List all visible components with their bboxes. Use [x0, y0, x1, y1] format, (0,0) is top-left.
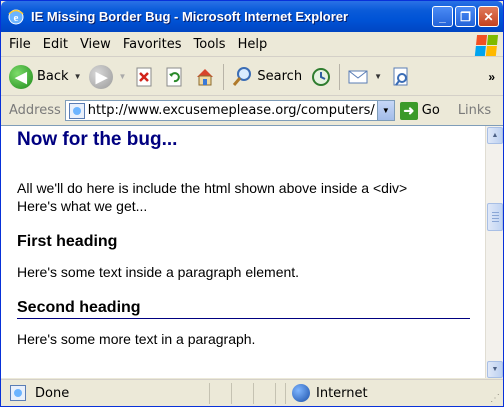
go-label: Go — [421, 103, 440, 118]
mail-icon — [347, 66, 369, 88]
menu-bar: File Edit View Favorites Tools Help — [1, 32, 503, 57]
toolbar-separator — [223, 63, 225, 90]
status-cell — [275, 382, 277, 404]
second-paragraph: Here's some more text in a paragraph. — [17, 331, 256, 347]
toolbar-overflow-icon[interactable]: » — [488, 70, 495, 84]
page-content: Now for the bug... All we'll do here is … — [17, 126, 471, 378]
refresh-button[interactable] — [160, 61, 190, 93]
title-bar[interactable]: e IE Missing Border Bug - Microsoft Inte… — [1, 1, 503, 32]
menu-help[interactable]: Help — [232, 37, 274, 52]
history-button[interactable] — [306, 61, 336, 93]
svg-text:e: e — [14, 12, 19, 24]
intro-paragraph: All we'll do here is include the html sh… — [17, 179, 407, 215]
toolbar-separator — [339, 63, 341, 90]
links-button[interactable]: Links — [458, 103, 491, 118]
address-label: Address — [9, 103, 61, 118]
close-button[interactable]: ✕ — [478, 6, 499, 27]
windows-logo-icon — [474, 34, 498, 56]
stop-icon — [134, 66, 156, 88]
status-cell — [253, 382, 275, 404]
print-icon — [390, 66, 412, 88]
status-bar: Done Internet ⋰ — [1, 379, 503, 406]
globe-icon — [292, 384, 310, 402]
address-dropdown-icon[interactable]: ▼ — [376, 101, 394, 120]
scroll-thumb[interactable] — [487, 203, 503, 231]
second-heading: Second heading — [17, 299, 470, 319]
vertical-scrollbar[interactable]: ▲ ▼ — [485, 126, 503, 378]
scroll-up-icon[interactable]: ▲ — [487, 127, 503, 144]
refresh-icon — [164, 66, 186, 88]
menu-edit[interactable]: Edit — [37, 37, 74, 52]
minimize-button[interactable]: _ — [432, 6, 453, 27]
home-icon — [194, 66, 216, 88]
page-viewport[interactable]: Now for the bug... All we'll do here is … — [1, 125, 503, 378]
first-heading: First heading — [17, 233, 118, 250]
search-icon — [231, 66, 253, 88]
forward-icon: ▶ — [89, 64, 114, 89]
menu-file[interactable]: File — [1, 37, 37, 52]
zone-text: Internet — [316, 385, 368, 401]
back-button[interactable]: ◀ Back ▼ — [5, 61, 85, 93]
back-label: Back — [37, 69, 69, 84]
mail-dropdown-icon[interactable]: ▼ — [374, 72, 382, 81]
home-button[interactable] — [190, 61, 220, 93]
search-label: Search — [257, 69, 303, 84]
ie-logo-icon: e — [7, 8, 25, 26]
page-heading: Now for the bug... — [17, 129, 178, 150]
intro-line: Here's what we get... — [17, 198, 148, 214]
address-url[interactable]: http://www.excusemeplease.org/computers/ — [88, 103, 378, 118]
address-bar: Address http://www.excusemeplease.org/co… — [1, 97, 503, 124]
standard-toolbar: ◀ Back ▼ ▶ ▼ Search ▼ » — [1, 58, 503, 96]
resize-grip-icon[interactable]: ⋰ — [490, 393, 500, 404]
print-button[interactable] — [386, 61, 416, 93]
status-cell — [209, 382, 231, 404]
status-cell — [231, 382, 253, 404]
forward-dropdown-icon[interactable]: ▼ — [118, 72, 126, 81]
window-controls: _ ❐ ✕ — [432, 6, 499, 27]
search-button[interactable]: Search — [227, 61, 306, 93]
security-zone[interactable]: Internet — [285, 382, 368, 404]
page-done-icon — [10, 385, 26, 401]
back-icon: ◀ — [9, 64, 33, 89]
menu-view[interactable]: View — [74, 37, 117, 52]
go-button[interactable]: ➜ Go — [399, 101, 440, 120]
stop-button[interactable] — [130, 61, 160, 93]
history-icon — [310, 66, 332, 88]
status-text: Done — [35, 385, 70, 401]
page-icon — [68, 102, 85, 119]
first-paragraph: Here's some text inside a paragraph elem… — [17, 264, 300, 280]
browser-window: e IE Missing Border Bug - Microsoft Inte… — [0, 0, 504, 407]
status-section: Done — [1, 385, 181, 401]
scroll-down-icon[interactable]: ▼ — [487, 361, 503, 378]
back-dropdown-icon[interactable]: ▼ — [74, 72, 82, 81]
menu-tools[interactable]: Tools — [188, 37, 232, 52]
window-title: IE Missing Border Bug - Microsoft Intern… — [31, 9, 349, 24]
go-arrow-icon: ➜ — [399, 101, 418, 120]
forward-button[interactable]: ▶ ▼ — [85, 61, 130, 93]
menu-favorites[interactable]: Favorites — [117, 37, 188, 52]
maximize-button[interactable]: ❐ — [455, 6, 476, 27]
address-input[interactable]: http://www.excusemeplease.org/computers/… — [64, 100, 395, 121]
mail-button[interactable]: ▼ — [343, 61, 386, 93]
intro-line: All we'll do here is include the html sh… — [17, 180, 408, 196]
